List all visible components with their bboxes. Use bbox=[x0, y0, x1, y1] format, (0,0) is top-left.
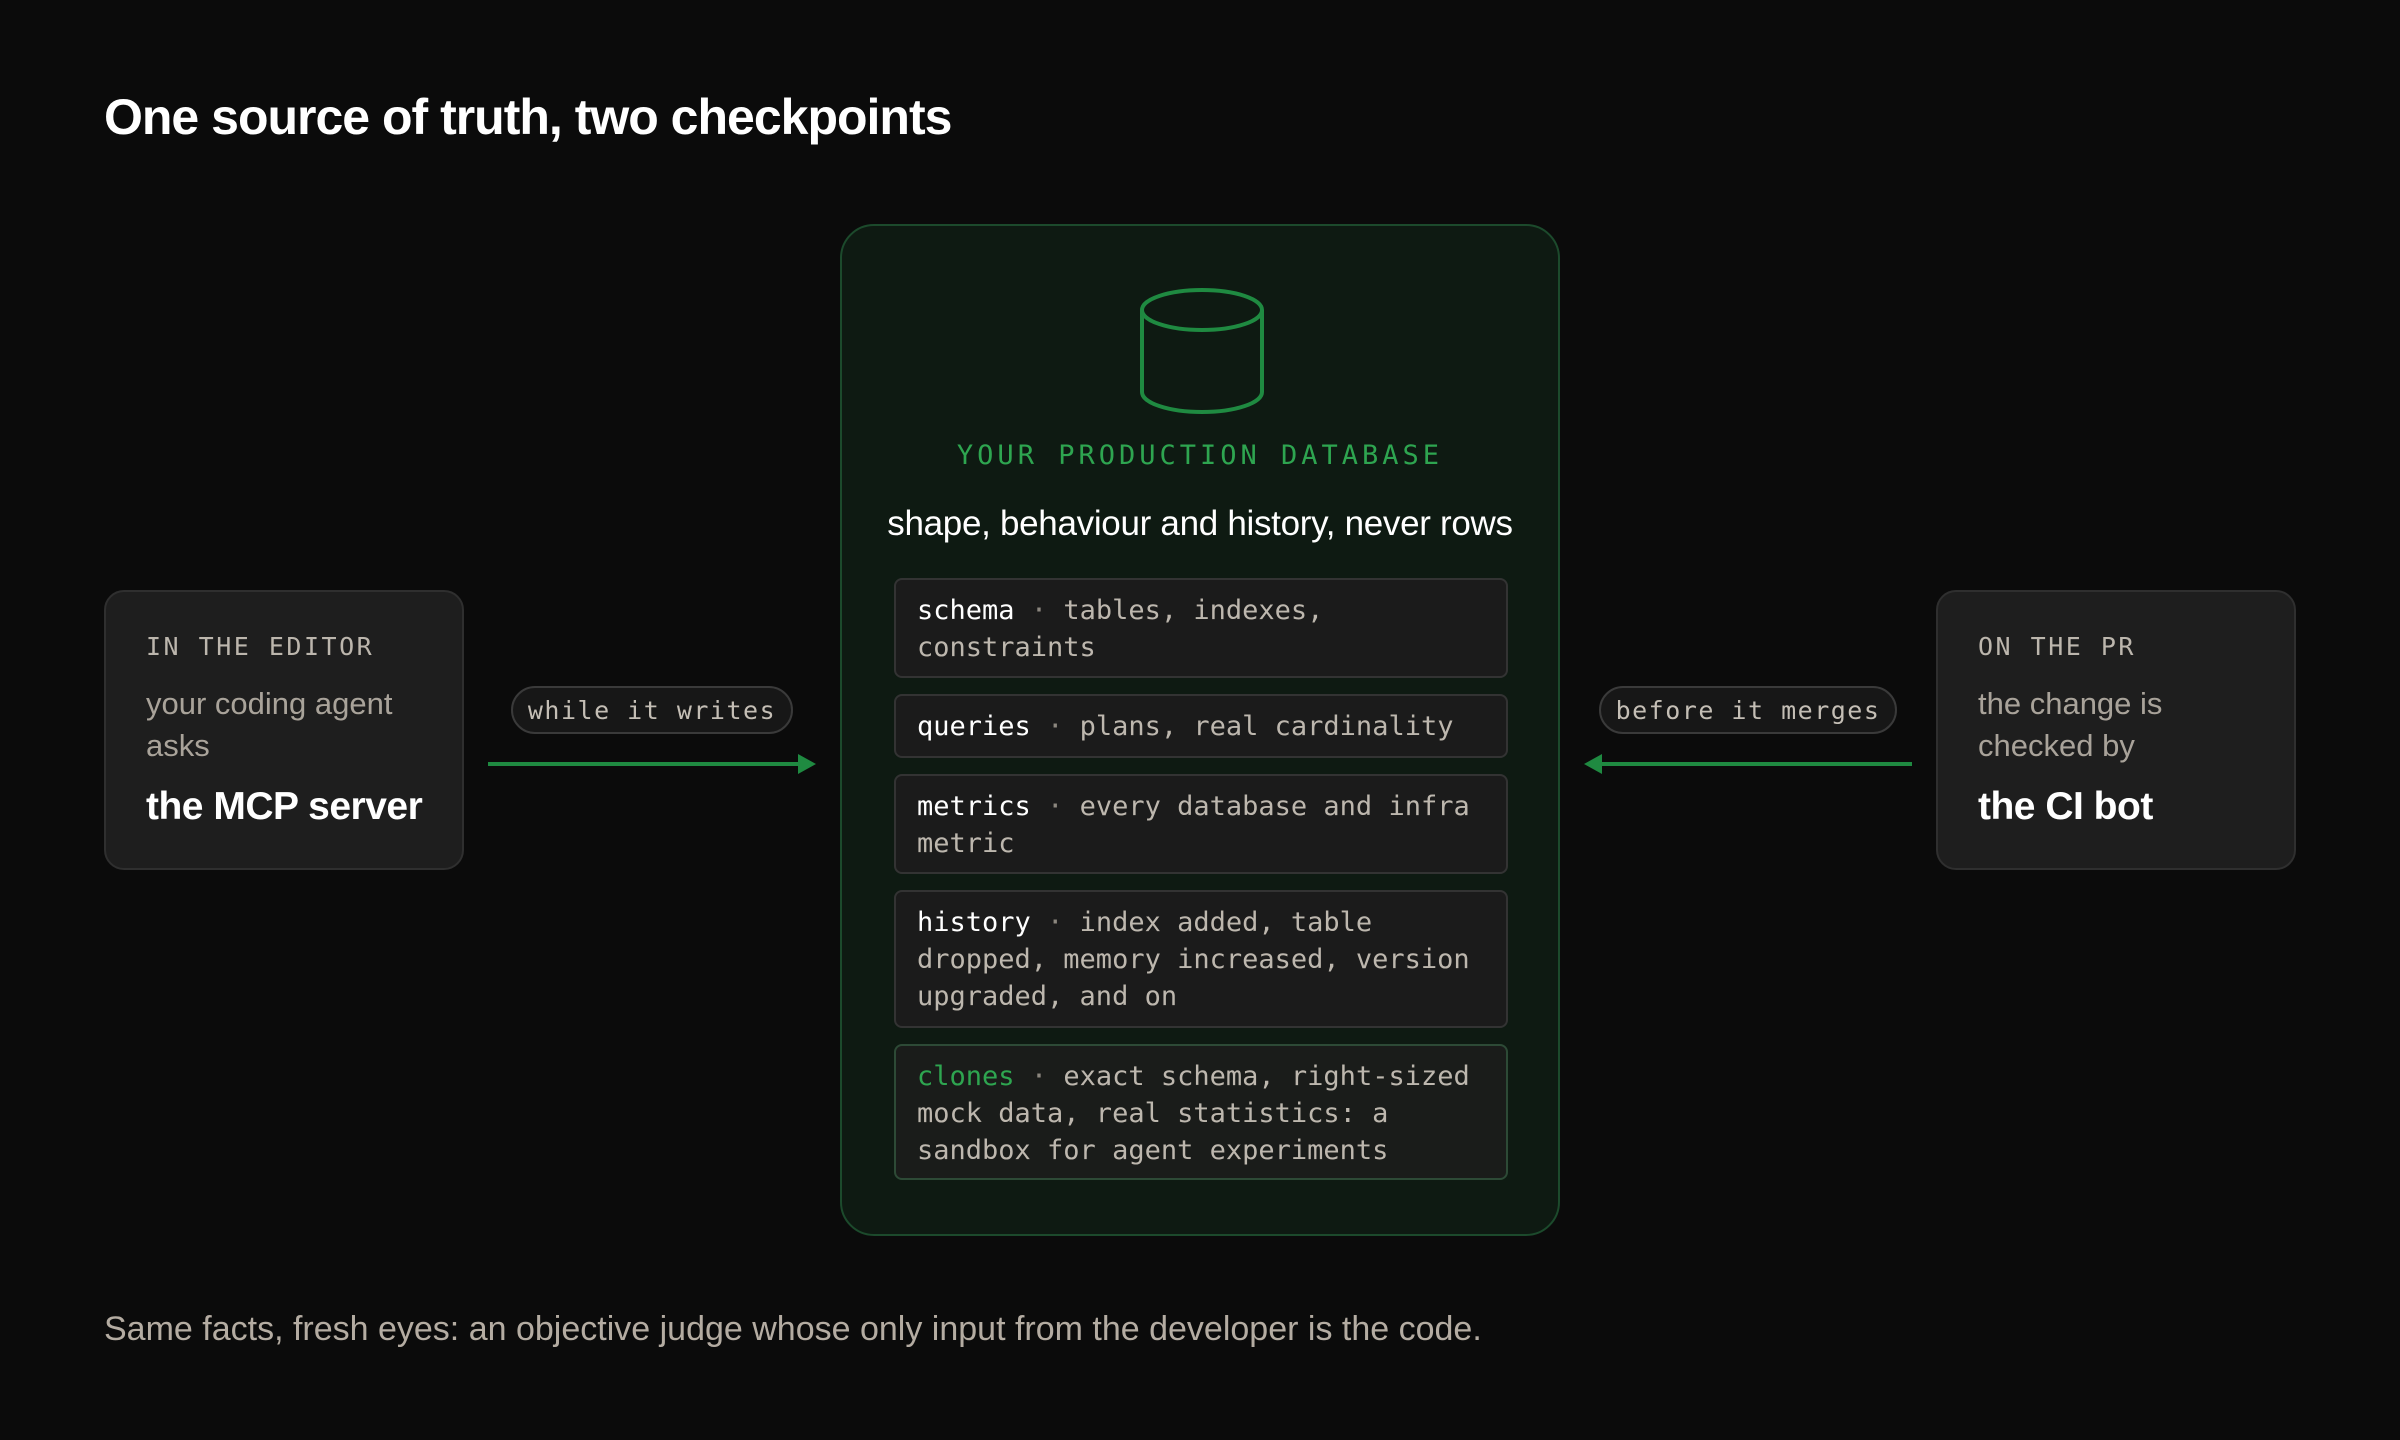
footnote: Same facts, fresh eyes: an objective jud… bbox=[104, 1310, 1482, 1348]
feature-schema: schema · tables, indexes, constraints bbox=[894, 578, 1508, 678]
production-database-card: YOUR PRODUCTION DATABASE shape, behaviou… bbox=[840, 224, 1560, 1236]
left-arrow-icon bbox=[1584, 754, 1912, 774]
feature-history: history · index added, table dropped, me… bbox=[894, 890, 1508, 1028]
feature-name: queries bbox=[917, 711, 1031, 742]
feature-queries: queries · plans, real cardinality bbox=[894, 694, 1508, 758]
editor-card-eyebrow: IN THE EDITOR bbox=[146, 632, 375, 661]
database-cylinder-icon bbox=[1140, 288, 1264, 414]
feature-name: clones bbox=[917, 1061, 1015, 1092]
pr-card-main: the CI bot bbox=[1978, 785, 2153, 828]
feature-name: metrics bbox=[917, 791, 1031, 822]
feature-desc: plans, real cardinality bbox=[1079, 711, 1454, 742]
feature-separator: · bbox=[1047, 711, 1064, 742]
feature-separator: · bbox=[1047, 791, 1064, 822]
editor-card-subtitle: your coding agent asks bbox=[146, 686, 393, 763]
pr-card-eyebrow: ON THE PR bbox=[1978, 632, 2136, 661]
page-title: One source of truth, two checkpoints bbox=[104, 89, 952, 145]
feature-name: schema bbox=[917, 595, 1015, 626]
editor-card-main: the MCP server bbox=[146, 785, 423, 828]
pr-card: ON THE PR the change is checked by the C… bbox=[1936, 590, 2296, 870]
right-arrow-icon bbox=[488, 754, 816, 774]
editor-card: IN THE EDITOR your coding agent asks the… bbox=[104, 590, 464, 870]
feature-metrics: metrics · every database and infra metri… bbox=[894, 774, 1508, 874]
database-tagline: shape, behaviour and history, never rows bbox=[887, 504, 1513, 543]
while-it-writes-label: while it writes bbox=[511, 686, 793, 734]
pr-card-subtitle: the change is checked by bbox=[1978, 686, 2163, 763]
feature-separator: · bbox=[1030, 1061, 1048, 1092]
feature-separator: · bbox=[1047, 907, 1064, 938]
before-it-merges-label: before it merges bbox=[1599, 686, 1897, 734]
feature-clones: clones · exact schema, right-sized mock … bbox=[894, 1044, 1508, 1180]
database-eyebrow: YOUR PRODUCTION DATABASE bbox=[956, 440, 1444, 471]
feature-separator: · bbox=[1030, 595, 1048, 626]
feature-name: history bbox=[917, 907, 1031, 938]
